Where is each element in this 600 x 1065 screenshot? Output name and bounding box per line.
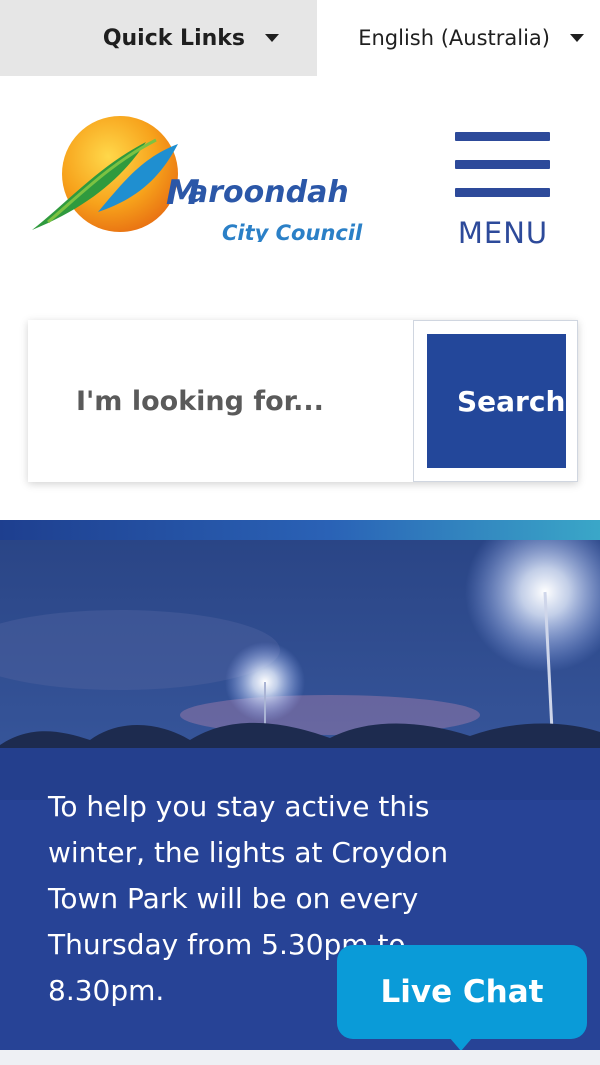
hamburger-icon bbox=[455, 132, 550, 141]
logo-graphic: M aroondah City Council bbox=[32, 116, 363, 245]
maroondah-logo[interactable]: M aroondah City Council bbox=[28, 112, 378, 245]
menu-button[interactable]: MENU bbox=[448, 130, 558, 250]
search-button-wrap: Search bbox=[413, 320, 578, 482]
hamburger-icon-bar bbox=[455, 188, 550, 197]
search-field-wrap bbox=[28, 320, 413, 482]
hamburger-icon-bar bbox=[455, 160, 550, 169]
search-button[interactable]: Search bbox=[427, 334, 566, 468]
logo-name: aroondah bbox=[188, 175, 349, 210]
language-label: English (Australia) bbox=[358, 26, 550, 50]
live-chat-label: Live Chat bbox=[380, 974, 544, 1010]
language-selector[interactable]: English (Australia) bbox=[317, 0, 600, 76]
search-box: Search bbox=[28, 320, 578, 482]
quick-links-dropdown[interactable]: Quick Links bbox=[0, 0, 317, 76]
bottom-strip bbox=[0, 1050, 600, 1065]
chevron-down-icon bbox=[570, 34, 584, 42]
chat-bubble-tail bbox=[449, 1037, 473, 1051]
live-chat-button[interactable]: Live Chat bbox=[337, 945, 587, 1051]
search-input[interactable] bbox=[76, 385, 406, 417]
accent-gradient-bar bbox=[0, 520, 600, 540]
logo-subtitle: City Council bbox=[222, 221, 363, 242]
menu-label: MENU bbox=[457, 216, 549, 250]
quick-links-label: Quick Links bbox=[102, 25, 245, 51]
chevron-down-icon bbox=[265, 34, 279, 42]
top-bar: Quick Links English (Australia) bbox=[0, 0, 600, 76]
